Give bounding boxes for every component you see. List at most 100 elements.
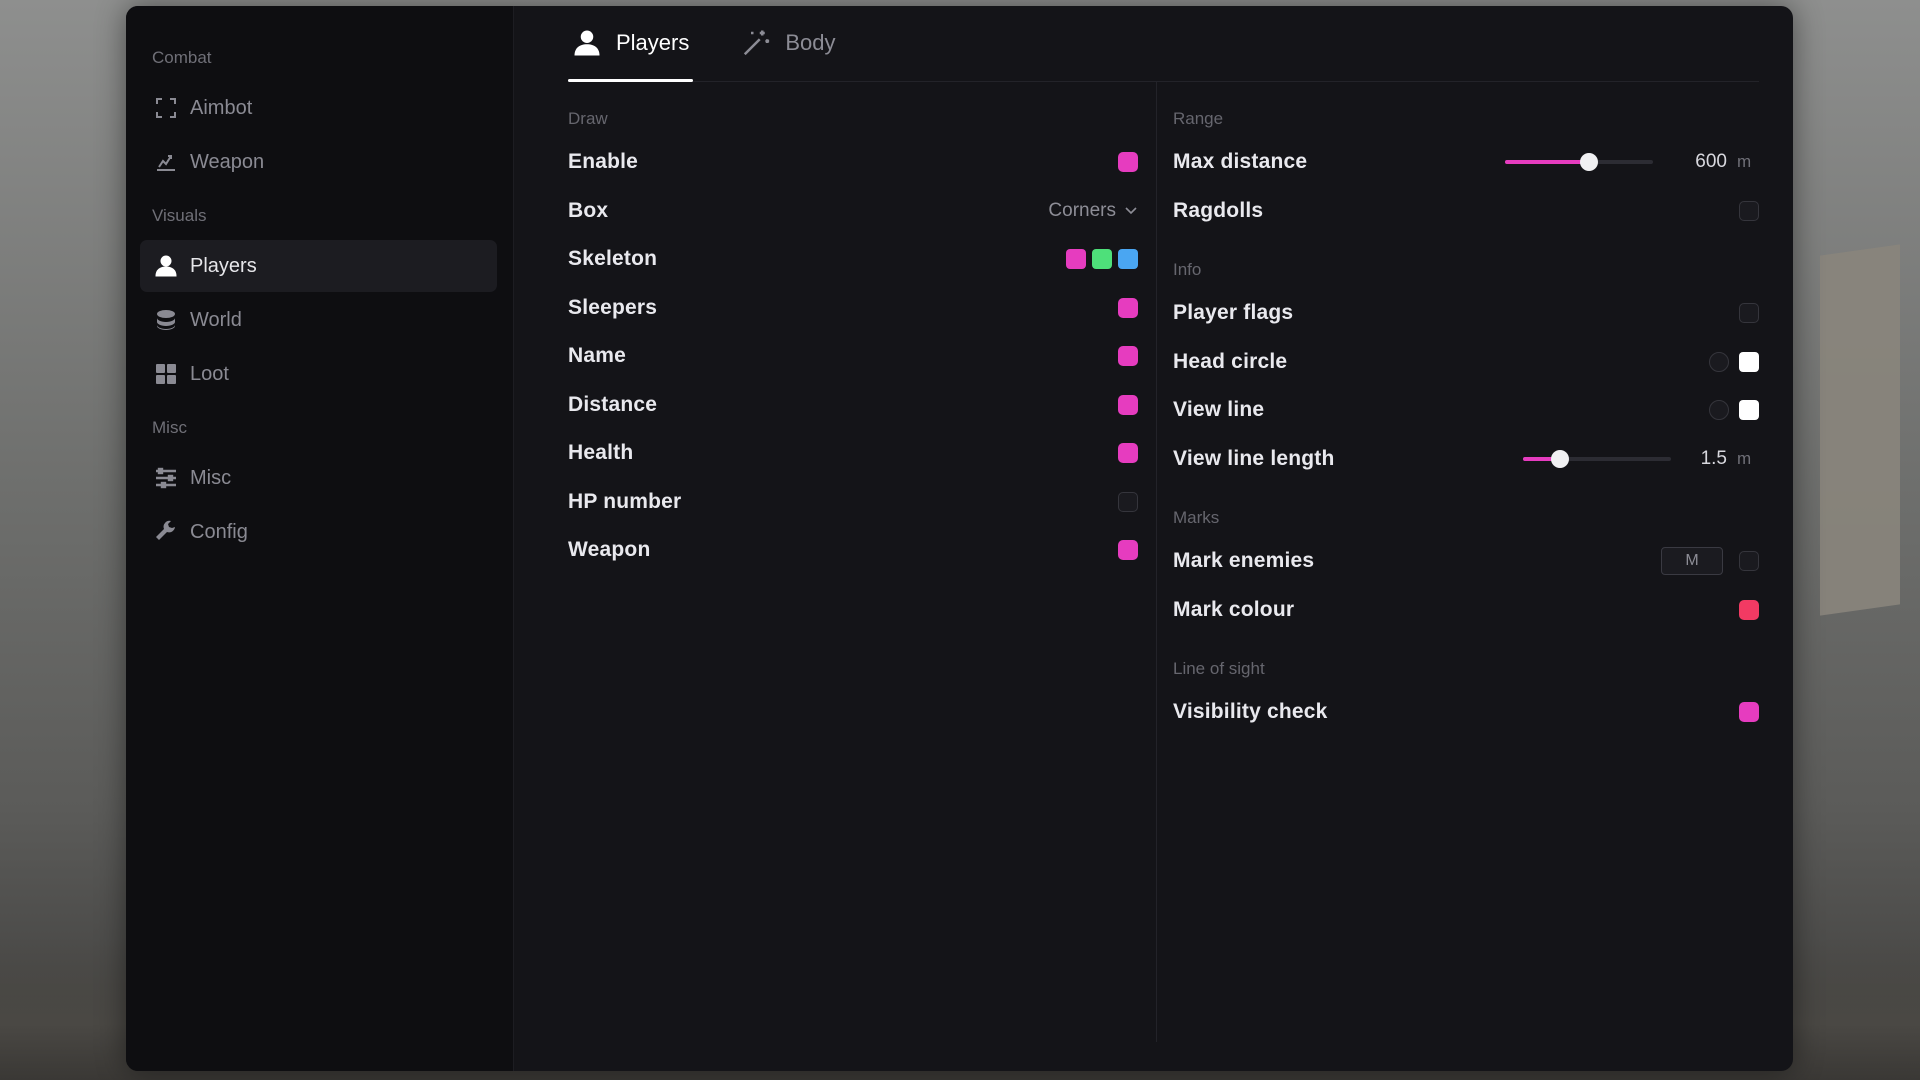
skeleton-color-2[interactable]: [1092, 249, 1112, 270]
row-label: Weapon: [568, 538, 651, 562]
row-weapon: Weapon: [568, 526, 1138, 575]
world-icon: [152, 306, 180, 334]
tab-label: Body: [785, 30, 836, 55]
sidebar-section-visuals: Visuals: [152, 206, 207, 225]
sidebar-item-label: World: [190, 308, 242, 331]
sleepers-checkbox[interactable]: [1118, 297, 1138, 318]
row-label: Mark colour: [1173, 597, 1295, 621]
row-mark-colour: Mark colour: [1173, 586, 1759, 635]
crosshair-frame-icon: [152, 94, 180, 122]
box-style-dropdown[interactable]: Corners: [1048, 200, 1138, 222]
tab-bar: Players Body: [568, 6, 1759, 82]
sidebar-item-aimbot[interactable]: Aimbot: [140, 82, 497, 134]
row-head-circle: Head circle: [1173, 338, 1759, 387]
row-label: Mark enemies: [1173, 549, 1315, 573]
sliders-icon: [152, 464, 180, 492]
row-mark-enemies: Mark enemies M: [1173, 537, 1759, 586]
group-title-info: Info: [1173, 260, 1202, 279]
row-label: View line: [1173, 398, 1265, 422]
person-icon: [152, 252, 180, 280]
slider-fill: [1505, 160, 1590, 165]
group-title-line-of-sight: Line of sight: [1173, 659, 1265, 678]
draw-column: Draw Enable Box Corners Skeleton Sleeper…: [514, 82, 1157, 1042]
mark-colour-swatch[interactable]: [1739, 599, 1759, 620]
enable-checkbox[interactable]: [1118, 152, 1138, 173]
sidebar-item-players[interactable]: Players: [140, 240, 497, 292]
max-distance-slider[interactable]: [1505, 153, 1653, 172]
row-label: Ragdolls: [1173, 198, 1264, 222]
distance-checkbox[interactable]: [1118, 394, 1138, 415]
sidebar-item-weapon[interactable]: Weapon: [140, 136, 497, 188]
row-health: Health: [568, 429, 1138, 478]
view-line-length-unit: m: [1737, 448, 1752, 468]
tab-players[interactable]: Players: [568, 6, 694, 82]
ragdolls-checkbox[interactable]: [1739, 200, 1759, 221]
view-line-toggle[interactable]: [1709, 400, 1729, 421]
group-title-range: Range: [1173, 109, 1224, 128]
slider-thumb[interactable]: [1580, 153, 1599, 172]
sidebar-item-config[interactable]: Config: [140, 506, 497, 558]
row-label: Sleepers: [568, 295, 658, 319]
row-player-flags: Player flags: [1173, 289, 1759, 338]
skeleton-color-1[interactable]: [1066, 249, 1086, 270]
name-checkbox[interactable]: [1118, 346, 1138, 367]
row-label: Distance: [568, 392, 658, 416]
visibility-check-checkbox[interactable]: [1739, 702, 1759, 723]
row-label: Name: [568, 344, 626, 368]
wrench-icon: [152, 518, 180, 546]
row-label: Player flags: [1173, 301, 1294, 325]
health-checkbox[interactable]: [1118, 443, 1138, 464]
settings-window: Combat Aimbot Weapon Visuals Players Wor…: [126, 6, 1793, 1071]
row-box: Box Corners: [568, 187, 1138, 236]
magic-wand-icon: [741, 27, 773, 59]
sidebar-item-label: Loot: [190, 362, 229, 385]
row-view-line: View line: [1173, 386, 1759, 435]
mark-enemies-checkbox[interactable]: [1739, 551, 1759, 572]
row-name: Name: [568, 332, 1138, 381]
row-visibility-check: Visibility check: [1173, 688, 1759, 737]
group-title-draw: Draw: [568, 109, 608, 128]
head-circle-toggle[interactable]: [1709, 351, 1729, 372]
row-ragdolls: Ragdolls: [1173, 187, 1759, 236]
weapon-checkbox[interactable]: [1118, 540, 1138, 561]
chevron-down-icon: [1125, 207, 1137, 214]
group-title-marks: Marks: [1173, 508, 1220, 527]
max-distance-value: 600: [1695, 151, 1727, 173]
skeleton-color-3[interactable]: [1118, 249, 1138, 270]
row-enable: Enable: [568, 138, 1138, 187]
head-circle-color[interactable]: [1739, 351, 1759, 372]
row-label: Enable: [568, 150, 639, 174]
row-view-line-length: View line length 1.5 m: [1173, 435, 1759, 484]
sidebar-item-loot[interactable]: Loot: [140, 348, 497, 400]
row-label: Skeleton: [568, 247, 658, 271]
sidebar-item-world[interactable]: World: [140, 294, 497, 346]
person-icon: [572, 27, 604, 59]
row-label: Visibility check: [1173, 700, 1328, 724]
sidebar-item-label: Config: [190, 520, 248, 543]
row-skeleton: Skeleton: [568, 235, 1138, 284]
main-panel: Players Body Draw Enable Box Corners Ske…: [514, 6, 1793, 1071]
grid-icon: [152, 360, 180, 388]
sidebar-item-label: Players: [190, 254, 257, 277]
row-label: Head circle: [1173, 349, 1288, 373]
sidebar-item-label: Weapon: [190, 150, 265, 173]
weapon-icon: [152, 148, 180, 176]
row-label: View line length: [1173, 446, 1335, 470]
tab-label: Players: [616, 30, 690, 55]
row-max-distance: Max distance 600 m: [1173, 138, 1759, 187]
tab-body[interactable]: Body: [737, 6, 839, 81]
mark-enemies-keybind[interactable]: M: [1661, 547, 1723, 576]
view-line-length-slider[interactable]: [1523, 449, 1671, 468]
settings-columns: Draw Enable Box Corners Skeleton Sleeper…: [514, 82, 1793, 1062]
max-distance-unit: m: [1737, 152, 1752, 172]
sidebar-item-misc[interactable]: Misc: [140, 452, 497, 504]
slider-thumb[interactable]: [1551, 449, 1569, 468]
row-label: HP number: [568, 489, 682, 513]
hp-number-checkbox[interactable]: [1118, 491, 1138, 512]
options-column: Range Max distance 600 m Ragdolls Info P…: [1157, 82, 1793, 1062]
player-flags-checkbox[interactable]: [1739, 303, 1759, 324]
row-sleepers: Sleepers: [568, 284, 1138, 333]
sidebar-section-misc: Misc: [152, 418, 187, 437]
sidebar-item-label: Misc: [190, 466, 232, 489]
view-line-color[interactable]: [1739, 400, 1759, 421]
